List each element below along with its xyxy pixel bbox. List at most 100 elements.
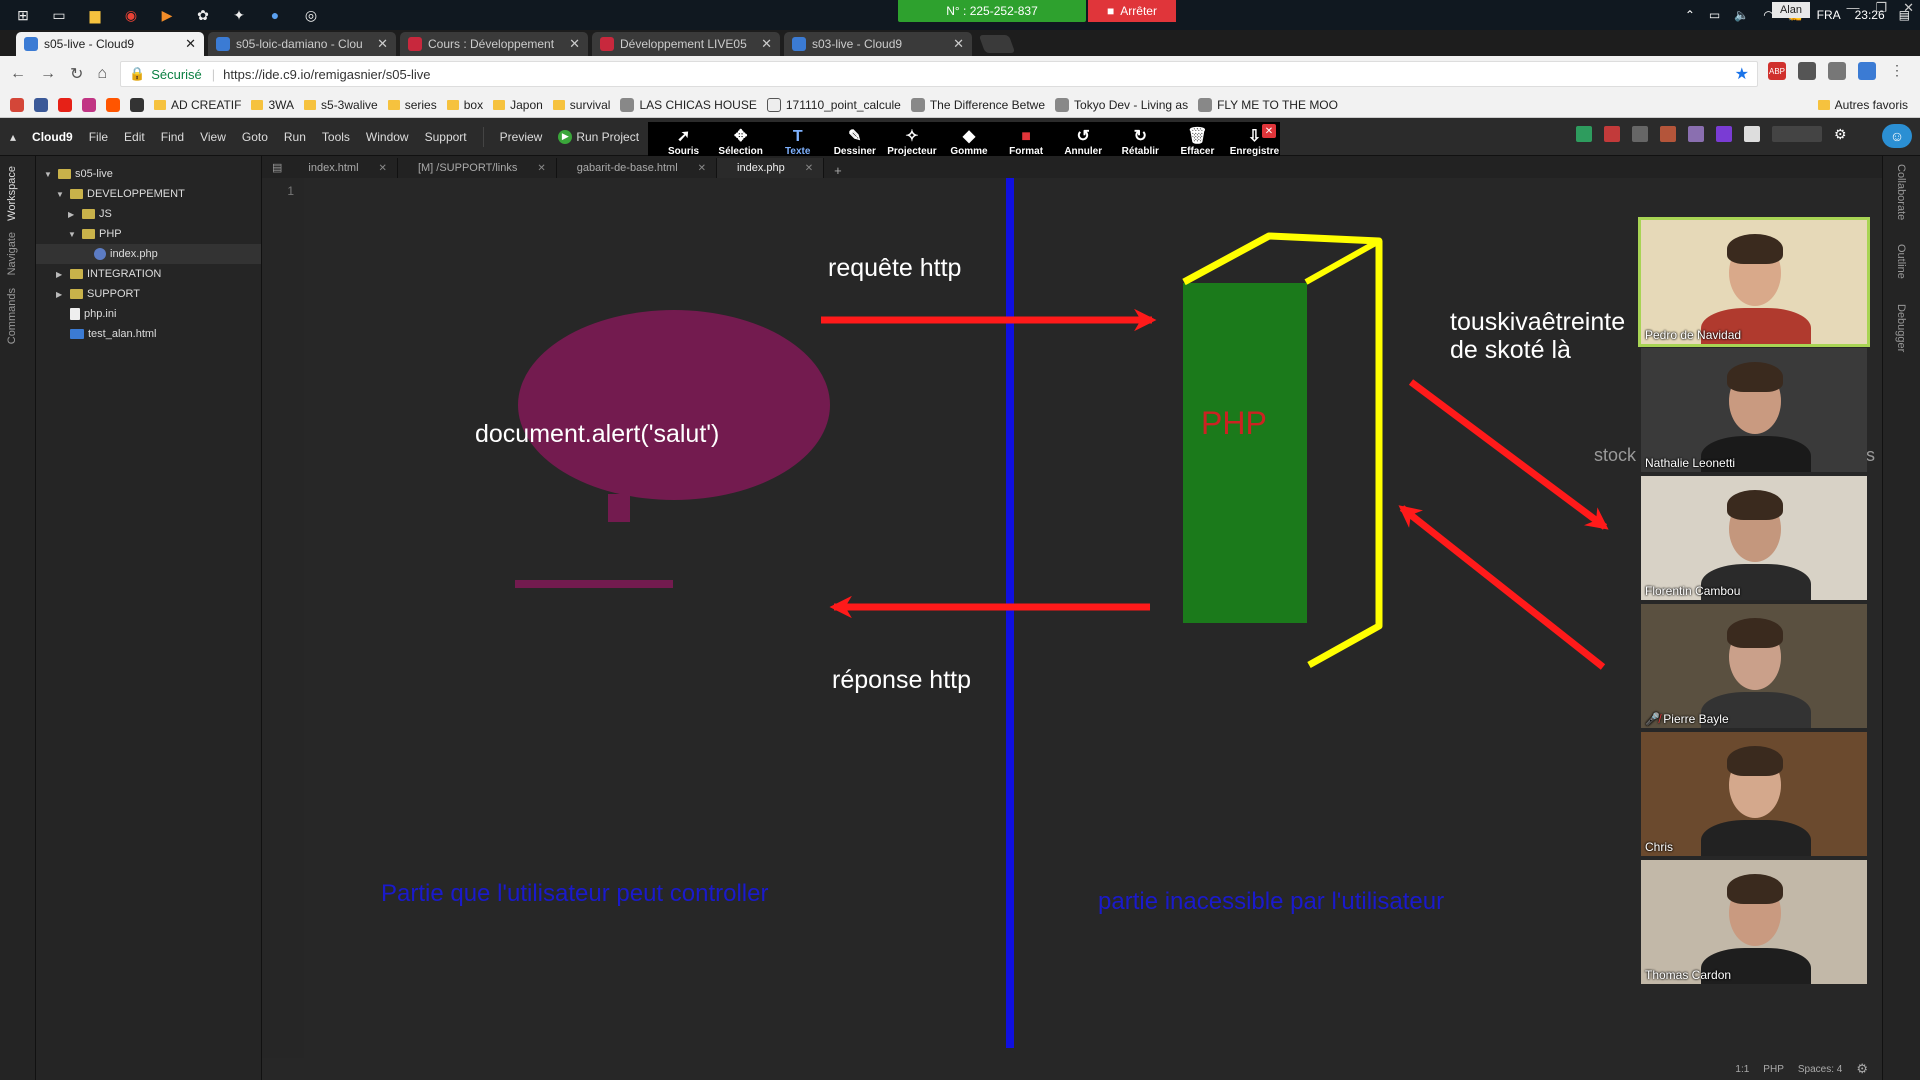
bookmark-item[interactable] [58, 97, 72, 112]
browser-tab[interactable]: s03-live - Cloud9 ✕ [784, 32, 972, 56]
bookmark-item[interactable]: box [446, 98, 483, 112]
tree-item[interactable]: ▼ PHP [36, 224, 261, 244]
draw-tool-souris[interactable]: ➚ Souris [658, 128, 709, 157]
caret-down-icon[interactable]: ▼ [56, 190, 66, 199]
panel-tab-collaborate[interactable]: Collaborate [1895, 164, 1907, 220]
menu-item[interactable]: View [200, 130, 226, 144]
tree-item[interactable]: ▶ SUPPORT [36, 284, 261, 304]
secure-indicator[interactable]: 🔒 Sécurisé [129, 66, 202, 82]
caret-right-icon[interactable]: ▶ [56, 270, 66, 279]
adblock-icon[interactable]: ABP [1768, 62, 1786, 80]
restore-icon[interactable]: ❐ [1875, 0, 1887, 16]
bookmark-item[interactable] [10, 97, 24, 112]
c9-puzzle-icon[interactable] [1688, 126, 1704, 142]
browser-tab[interactable]: s05-loic-damiano - Clou ✕ [208, 32, 396, 56]
participant-video[interactable]: Nathalie Leonetti [1641, 348, 1867, 472]
menu-item[interactable]: Window [366, 130, 409, 144]
volume-icon[interactable]: 🔈 [1734, 8, 1749, 22]
c9-game-icon[interactable] [1604, 126, 1620, 142]
caret-down-icon[interactable]: ▼ [68, 230, 78, 239]
pin-icon[interactable]: ✦ [226, 4, 252, 26]
app-icon[interactable]: ✿ [190, 4, 216, 26]
run-project-button[interactable]: ▶ Run Project [558, 129, 639, 144]
extension-glasses-icon[interactable] [1828, 62, 1846, 80]
tabs-menu-icon[interactable]: ▤ [272, 161, 282, 174]
bookmark-item[interactable] [34, 97, 48, 112]
c9-tool-icon[interactable] [1632, 126, 1648, 142]
bookmark-star-icon[interactable]: ★ [1735, 64, 1749, 84]
bookmark-item[interactable]: s5-3walive [304, 98, 378, 112]
bookmark-item[interactable]: The Difference Betwe [910, 97, 1045, 112]
profile-chip[interactable]: Alan [1771, 2, 1810, 18]
c9-brand-menu[interactable]: Cloud9 [32, 130, 73, 144]
tab-close-icon[interactable]: ✕ [569, 36, 580, 52]
draw-tool-gomme[interactable]: ◆ Gomme [943, 128, 994, 157]
other-bookmarks[interactable]: Autres favoris [1817, 98, 1908, 112]
preview-button[interactable]: Preview [500, 130, 543, 144]
participant-video[interactable]: Pedro de Navidad [1638, 217, 1870, 347]
bookmark-item[interactable]: Japon [493, 98, 543, 112]
windows-start-icon[interactable]: ⊞ [10, 4, 36, 26]
bookmark-item[interactable]: AD CREATIF [154, 98, 241, 112]
draw-tool-projecteur[interactable]: ✧ Projecteur [886, 128, 937, 157]
caret-right-icon[interactable]: ▶ [68, 210, 78, 219]
tab-close-icon[interactable]: ✕ [377, 36, 388, 52]
bookmark-item[interactable]: survival [552, 98, 610, 112]
tab-close-icon[interactable]: ✕ [185, 36, 196, 52]
panel-tab-commands[interactable]: Commands [6, 288, 18, 344]
panel-tab-debugger[interactable]: Debugger [1895, 304, 1907, 352]
panel-tab-navigate[interactable]: Navigate [6, 232, 18, 275]
editor-tab[interactable]: gabarit-de-base.html ✕ [557, 158, 718, 178]
media-player-icon[interactable]: ▶ [154, 4, 180, 26]
draw-tool-effacer[interactable]: 🗑 Effacer [1172, 128, 1223, 157]
editor-tab[interactable]: index.html ✕ [288, 158, 398, 178]
tree-item[interactable]: test_alan.html [36, 324, 261, 344]
menu-item[interactable]: Run [284, 130, 306, 144]
file-explorer-icon[interactable]: ▆ [82, 4, 108, 26]
extension-translate-icon[interactable] [1858, 62, 1876, 80]
bookmark-item[interactable]: FLY ME TO THE MOO [1198, 97, 1338, 112]
close-icon[interactable]: ✕ [1903, 0, 1914, 16]
close-tab-icon[interactable]: ✕ [698, 163, 706, 174]
draw-tool-format[interactable]: ■ Format [1001, 128, 1052, 157]
tree-item[interactable]: ▶ JS [36, 204, 261, 224]
webcam-icon[interactable]: ◎ [298, 4, 324, 26]
menu-item[interactable]: Edit [124, 130, 145, 144]
menu-item[interactable]: Support [425, 130, 467, 144]
close-tab-icon[interactable]: ✕ [379, 163, 387, 174]
close-tab-icon[interactable]: ✕ [805, 163, 813, 174]
back-icon[interactable]: ← [10, 65, 26, 83]
editor-tab[interactable]: [M] /SUPPORT/links ✕ [398, 158, 557, 178]
close-tab-icon[interactable]: ✕ [537, 163, 545, 174]
draw-tool-rétablir[interactable]: ↻ Rétablir [1115, 128, 1166, 157]
bookmark-item[interactable]: 3WA [251, 98, 294, 112]
tree-item[interactable]: ▼ DEVELOPPEMENT [36, 184, 261, 204]
home-icon[interactable]: ⌂ [97, 65, 107, 83]
participant-video[interactable]: Florentin Cambou [1641, 476, 1867, 600]
c9-monster-icon[interactable] [1716, 126, 1732, 142]
minimize-icon[interactable]: — [1846, 0, 1859, 16]
chat-app-icon[interactable]: ● [262, 4, 288, 26]
participant-video[interactable]: 🎤̸ Pierre Bayle [1641, 604, 1867, 728]
c9-avatar-icon[interactable]: ☺ [1882, 124, 1912, 148]
bookmark-item[interactable] [106, 97, 120, 112]
bookmark-item[interactable]: LAS CHICAS HOUSE [620, 97, 757, 112]
draw-tool-dessiner[interactable]: ✎ Dessiner [829, 128, 880, 157]
caret-right-icon[interactable]: ▶ [56, 290, 66, 299]
c9-extension-icon[interactable] [1576, 126, 1592, 142]
url-input[interactable]: 🔒 Sécurisé | https://ide.c9.io/remigasnie… [120, 61, 1758, 87]
bookmark-item[interactable] [130, 97, 144, 112]
menu-item[interactable]: Find [161, 130, 184, 144]
call-number-badge[interactable]: N° : 225-252-837 [898, 0, 1086, 22]
menu-item[interactable]: Goto [242, 130, 268, 144]
tab-close-icon[interactable]: ✕ [953, 36, 964, 52]
panel-tab-workspace[interactable]: Workspace [6, 166, 18, 221]
chevron-up-icon[interactable]: ⌃ [1685, 8, 1695, 22]
c9-plugin-icon[interactable] [1660, 126, 1676, 142]
stop-call-button[interactable]: ■ Arrêter [1088, 0, 1176, 22]
indent-setting[interactable]: Spaces: 4 [1798, 1064, 1842, 1075]
browser-tab[interactable]: Développement LIVE05 ✕ [592, 32, 780, 56]
participant-video[interactable]: Thomas Cardon [1641, 860, 1867, 984]
bookmark-item[interactable]: Tokyo Dev - Living as [1055, 97, 1188, 112]
bookmark-item[interactable] [82, 97, 96, 112]
